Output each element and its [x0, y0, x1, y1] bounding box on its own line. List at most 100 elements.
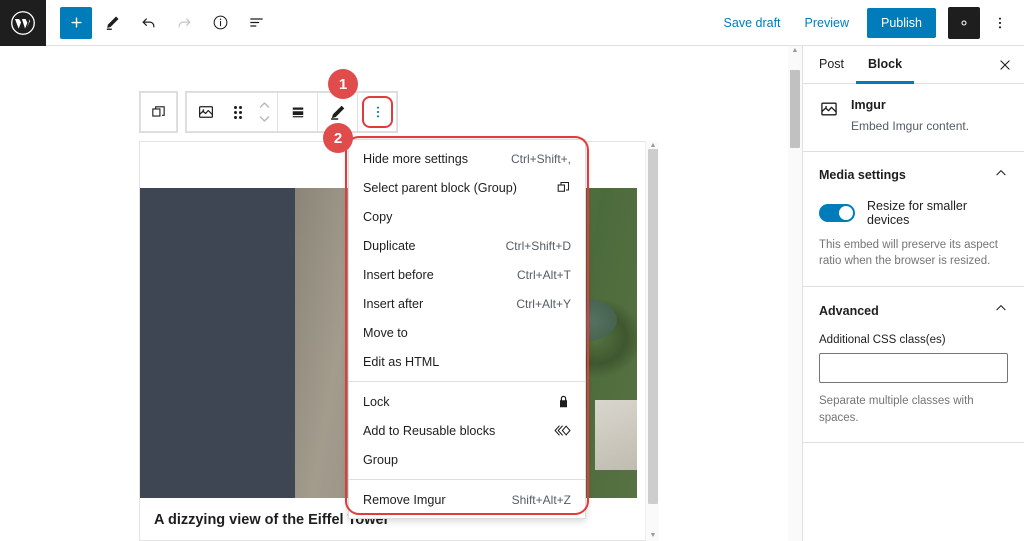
menu-item-hide-more-settings[interactable]: Hide more settings Ctrl+Shift+, [349, 144, 585, 173]
media-settings-title: Media settings [819, 168, 906, 182]
menu-divider [349, 479, 585, 480]
step-badge-2: 2 [323, 123, 353, 153]
menu-item-label: Remove Imgur [363, 493, 512, 507]
select-parent-block-icon[interactable] [140, 92, 177, 132]
menu-item-insert-before[interactable]: Insert before Ctrl+Alt+T [349, 260, 585, 289]
menu-item-copy[interactable]: Copy [349, 202, 585, 231]
advanced-panel: Advanced Additional CSS class(es) Separa… [803, 287, 1024, 443]
block-controls-group [185, 91, 398, 133]
undo-button[interactable] [132, 7, 164, 39]
edit-tool-button[interactable] [96, 7, 128, 39]
menu-item-label: Insert before [363, 268, 517, 282]
menu-item-add-to-reusable-blocks[interactable]: Add to Reusable blocks [349, 416, 585, 445]
image-block-icon [819, 99, 839, 135]
scrollbar-thumb[interactable] [790, 70, 800, 148]
close-icon[interactable] [990, 50, 1020, 80]
move-block-arrows[interactable] [251, 92, 277, 132]
editor-scrollbar[interactable]: ▲ [788, 46, 802, 541]
block-title: Imgur [851, 98, 969, 112]
tab-post[interactable]: Post [807, 46, 856, 84]
block-scrollbar[interactable]: ▲ ▼ [645, 141, 659, 541]
top-bar-tools [46, 7, 272, 39]
top-bar-actions: Save draft Preview Publish [714, 7, 1024, 39]
menu-item-remove-imgur[interactable]: Remove Imgur Shift+Alt+Z [349, 485, 585, 514]
menu-item-label: Move to [363, 326, 571, 340]
block-info-text: Imgur Embed Imgur content. [851, 98, 969, 135]
chevron-up-icon [260, 103, 268, 107]
details-button[interactable] [204, 7, 236, 39]
reusable-block-icon [553, 423, 571, 438]
resize-toggle[interactable] [819, 204, 855, 222]
menu-item-shortcut: Ctrl+Shift+, [511, 152, 571, 166]
scroll-up-arrow[interactable]: ▲ [791, 47, 799, 55]
css-classes-input[interactable] [819, 353, 1008, 383]
settings-sidebar: Post Block Imgur Embed Imgur content. [802, 46, 1024, 541]
css-classes-label: Additional CSS class(es) [819, 334, 1008, 346]
image-block-icon[interactable] [186, 92, 225, 132]
kebab-vertical-icon[interactable] [358, 92, 397, 132]
block-scrollbar-thumb[interactable] [648, 149, 658, 504]
menu-item-duplicate[interactable]: Duplicate Ctrl+Shift+D [349, 231, 585, 260]
align-wide-icon[interactable] [278, 92, 317, 132]
menu-item-shortcut: Ctrl+Alt+T [517, 268, 571, 282]
parent-block-group [139, 91, 178, 133]
drag-handle-icon[interactable] [225, 92, 251, 132]
block-options-wrapper [358, 92, 397, 132]
menu-item-label: Copy [363, 210, 571, 224]
step-badge-1: 1 [328, 69, 358, 99]
menu-item-shortcut: Shift+Alt+Z [512, 493, 571, 507]
select-parent-block-icon [556, 180, 571, 195]
toggle-knob [839, 206, 853, 220]
list-view-button[interactable] [240, 7, 272, 39]
lock-icon [556, 394, 571, 409]
tab-block[interactable]: Block [856, 46, 914, 84]
more-options-button[interactable] [986, 7, 1014, 39]
media-settings-header[interactable]: Media settings [819, 166, 1008, 185]
image-building [595, 400, 637, 470]
add-block-button[interactable] [60, 7, 92, 39]
chevron-up-icon[interactable] [994, 166, 1008, 185]
wordpress-logo-icon[interactable] [0, 0, 46, 46]
menu-item-shortcut: Ctrl+Alt+Y [516, 297, 571, 311]
media-settings-help: This embed will preserve its aspect rati… [819, 237, 1008, 270]
redo-button[interactable] [168, 7, 200, 39]
settings-gear-button[interactable] [948, 7, 980, 39]
menu-item-label: Duplicate [363, 239, 506, 253]
image-dark-panel [140, 188, 295, 498]
menu-item-shortcut: Ctrl+Shift+D [506, 239, 571, 253]
advanced-title: Advanced [819, 304, 879, 318]
menu-item-move-to[interactable]: Move to [349, 318, 585, 347]
menu-divider [349, 381, 585, 382]
menu-item-select-parent-block[interactable]: Select parent block (Group) [349, 173, 585, 202]
resize-toggle-label: Resize for smaller devices [867, 199, 1008, 227]
menu-item-label: Add to Reusable blocks [363, 424, 553, 438]
block-scroll-down-arrow[interactable]: ▼ [649, 532, 657, 540]
preview-button[interactable]: Preview [795, 9, 859, 37]
block-description: Embed Imgur content. [851, 118, 969, 135]
chevron-up-icon[interactable] [994, 301, 1008, 320]
block-info-card: Imgur Embed Imgur content. [803, 84, 1024, 152]
publish-button[interactable]: Publish [867, 8, 936, 38]
resize-toggle-row: Resize for smaller devices [819, 199, 1008, 227]
media-settings-panel: Media settings Resize for smaller device… [803, 152, 1024, 287]
wordpress-block-editor: Save draft Preview Publish [0, 0, 1024, 541]
menu-item-lock[interactable]: Lock [349, 387, 585, 416]
chevron-down-icon [260, 117, 268, 121]
menu-item-label: Edit as HTML [363, 355, 571, 369]
menu-item-label: Select parent block (Group) [363, 181, 556, 195]
menu-item-label: Lock [363, 395, 556, 409]
block-options-menu[interactable]: Hide more settings Ctrl+Shift+, Select p… [348, 139, 586, 519]
menu-item-label: Insert after [363, 297, 516, 311]
menu-item-edit-as-html[interactable]: Edit as HTML [349, 347, 585, 376]
menu-item-label: Hide more settings [363, 152, 511, 166]
menu-item-insert-after[interactable]: Insert after Ctrl+Alt+Y [349, 289, 585, 318]
sidebar-tabs: Post Block [803, 46, 1024, 84]
save-draft-button[interactable]: Save draft [714, 9, 791, 37]
menu-item-group[interactable]: Group [349, 445, 585, 474]
advanced-header[interactable]: Advanced [819, 301, 1008, 320]
advanced-help: Separate multiple classes with spaces. [819, 393, 1008, 426]
block-toolbar [139, 91, 398, 133]
menu-item-label: Group [363, 453, 571, 467]
editor-top-bar: Save draft Preview Publish [0, 0, 1024, 46]
drag-dots [234, 106, 242, 119]
